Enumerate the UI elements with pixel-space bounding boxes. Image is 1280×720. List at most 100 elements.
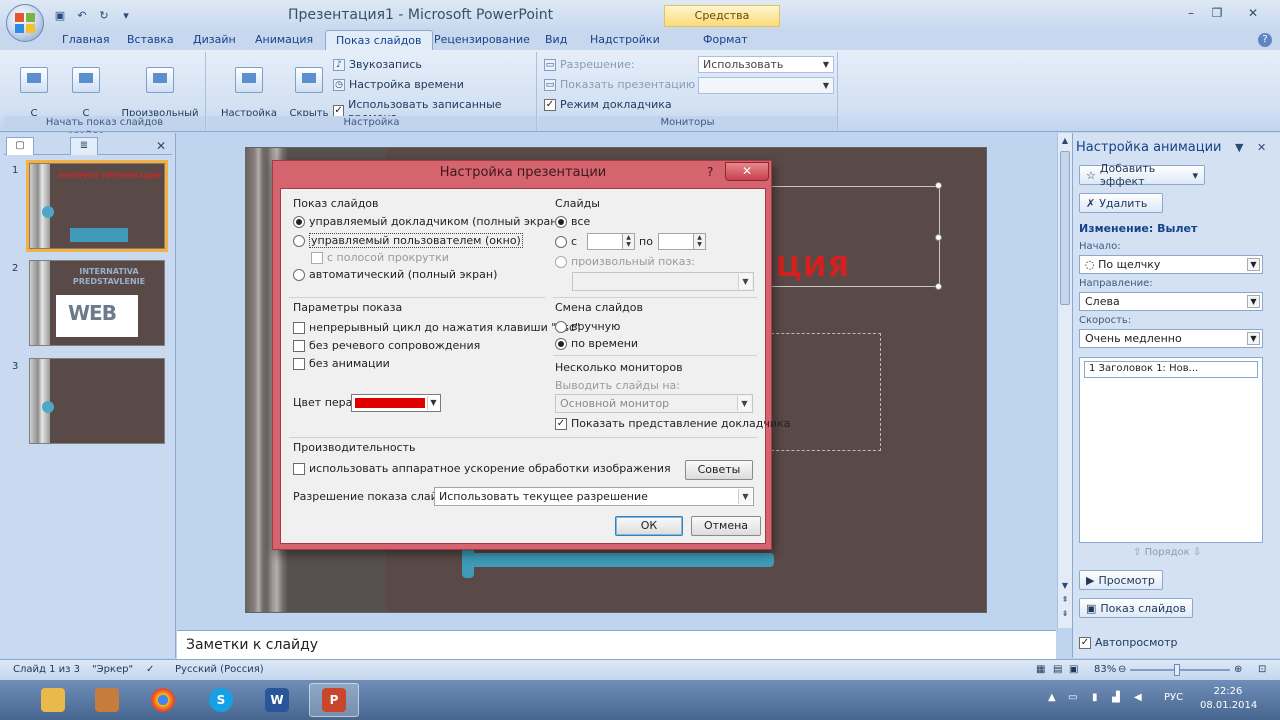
spinner-arrows-icon[interactable]: ▲ ▼ <box>693 234 705 249</box>
tray-arrow-icon[interactable]: ▲ <box>1048 692 1056 703</box>
tab-slideshow[interactable]: Показ слайдов <box>325 30 433 51</box>
radio-all-control[interactable] <box>555 215 567 228</box>
no-narration-checkbox[interactable]: без речевого сопровождения <box>293 339 480 352</box>
taskbar-app-2[interactable] <box>82 683 132 717</box>
no-animation-checkbox[interactable]: без анимации <box>293 357 390 370</box>
add-effect-button[interactable]: ☆ Добавить эффект ▾ <box>1079 162 1205 188</box>
minimize-button[interactable]: – <box>1180 6 1202 22</box>
tab-format[interactable]: Формат <box>703 33 748 46</box>
ok-button[interactable]: ОК <box>615 516 683 536</box>
direction-combo[interactable]: Слева ▼ <box>1079 292 1263 311</box>
tab-design[interactable]: Дизайн <box>193 33 236 46</box>
from-slide-spinner[interactable]: ▲ ▼ <box>587 233 635 250</box>
scrollbar-check[interactable] <box>311 251 323 264</box>
radio-manual-control[interactable] <box>555 320 567 333</box>
slide-thumbnail-1[interactable]: ИНТЕРНЕТ ПРЕЗЕНТАЦИЯ <box>26 160 168 252</box>
rehearse-timings-button[interactable]: ◷ Настройка времени <box>333 78 464 91</box>
no-animation-check[interactable] <box>293 357 305 370</box>
prev-slide-icon[interactable]: ⇞ <box>1060 595 1070 604</box>
taskbar-skype[interactable]: S <box>196 683 246 717</box>
remove-button[interactable]: ✗ Удалить <box>1079 193 1163 213</box>
pen-color-picker[interactable]: ▼ <box>351 394 441 412</box>
tab-insert[interactable]: Вставка <box>127 33 174 46</box>
autopreview-checkbox[interactable]: ✓ Автопросмотр <box>1079 636 1178 649</box>
vertical-scrollbar[interactable]: ▲ ▼ ⇞ ⇟ <box>1057 133 1072 628</box>
tab-review[interactable]: Рецензирование <box>434 33 530 46</box>
hw-accel-check[interactable] <box>293 462 305 475</box>
resize-handle[interactable] <box>935 283 942 290</box>
zoom-slider-thumb[interactable] <box>1174 664 1180 676</box>
dialog-close-button[interactable]: ✕ <box>725 162 769 181</box>
radio-speaker[interactable]: управляемый докладчиком (полный экран) <box>293 215 562 228</box>
cancel-button[interactable]: Отмена <box>691 516 761 536</box>
zoom-out-icon[interactable]: ⊖ <box>1118 664 1126 675</box>
animation-list-item[interactable]: 1 Заголовок 1: Нов... <box>1084 361 1258 378</box>
dialog-help-icon[interactable]: ? <box>707 165 713 179</box>
slideshow-button[interactable]: ▣ Показ слайдов <box>1079 598 1193 618</box>
radio-custom-show[interactable]: произвольный показ: <box>555 255 695 268</box>
radio-from-control[interactable] <box>555 235 567 248</box>
scroll-up-icon[interactable]: ▲ <box>1060 136 1070 145</box>
tab-slides-thumbnails[interactable]: ▢ <box>6 137 34 155</box>
save-icon[interactable]: ▣ <box>52 7 68 23</box>
content-placeholder[interactable] <box>766 333 881 451</box>
presenter-view-checkbox[interactable]: ✓ Режим докладчика <box>544 98 672 111</box>
arrow-down-icon[interactable]: ⇩ <box>1190 547 1201 558</box>
hw-accel-checkbox[interactable]: использовать аппаратное ускорение обрабо… <box>293 462 671 475</box>
slide-thumbnail-3[interactable] <box>29 358 165 444</box>
notes-field[interactable]: Заметки к слайду <box>177 630 1056 659</box>
redo-icon[interactable]: ↻ <box>96 7 112 23</box>
tray-signal-icon[interactable]: ▟ <box>1112 692 1120 703</box>
tab-home[interactable]: Главная <box>62 33 110 46</box>
radio-from-slide[interactable]: с <box>555 235 577 248</box>
taskbar-explorer[interactable] <box>28 683 78 717</box>
next-slide-icon[interactable]: ⇟ <box>1060 609 1070 618</box>
help-icon[interactable]: ? <box>1258 33 1272 47</box>
zoom-in-icon[interactable]: ⊕ <box>1234 664 1242 675</box>
radio-all-slides[interactable]: все <box>555 215 590 228</box>
office-button[interactable] <box>6 4 44 42</box>
close-window-button[interactable]: ✕ <box>1236 6 1270 22</box>
radio-manual[interactable]: вручную <box>555 320 620 333</box>
radio-kiosk[interactable]: автоматический (полный экран) <box>293 268 497 281</box>
radio-custom-control[interactable] <box>555 255 567 268</box>
tips-button[interactable]: Советы <box>685 460 753 480</box>
presenter-view-dialog-checkbox[interactable]: ✓ Показать представление докладчика <box>555 417 790 430</box>
tray-volume-icon[interactable]: ◀ <box>1134 692 1142 703</box>
close-panel-icon[interactable]: ✕ <box>156 139 166 153</box>
language-indicator[interactable]: Русский (Россия) <box>175 664 264 675</box>
slide-thumbnail-2[interactable]: INTERNATIVA PREDSTAVLENIE WEB <box>29 260 165 346</box>
resolution-combo[interactable]: Использовать текуще... ▼ <box>698 56 834 86</box>
play-button[interactable]: ▶ Просмотр <box>1079 570 1163 590</box>
tray-network-icon[interactable]: ▭ <box>1068 692 1077 703</box>
taskbar-chrome[interactable] <box>138 683 188 717</box>
radio-individual[interactable]: управляемый пользователем (окно) <box>293 233 523 248</box>
resize-handle[interactable] <box>935 234 942 241</box>
tab-view[interactable]: Вид <box>545 33 567 46</box>
taskbar-word[interactable]: W <box>252 683 302 717</box>
zoom-slider[interactable] <box>1130 669 1230 671</box>
restore-button[interactable]: ❐ <box>1206 6 1228 22</box>
keyboard-language[interactable]: РУС <box>1164 692 1183 703</box>
resize-handle[interactable] <box>935 182 942 189</box>
sorter-view-icon[interactable]: ▤ <box>1053 664 1062 675</box>
to-slide-spinner[interactable]: ▲ ▼ <box>658 233 706 250</box>
taskbar-powerpoint[interactable]: P <box>309 683 359 717</box>
pane-menu-icon[interactable]: ▼ <box>1235 141 1243 154</box>
clock[interactable]: 22:26 08.01.2014 <box>1200 685 1257 713</box>
speed-combo[interactable]: Очень медленно ▼ <box>1079 329 1263 348</box>
display-on-combo[interactable]: Основной монитор ▼ <box>555 394 753 413</box>
radio-speaker-control[interactable] <box>293 215 305 228</box>
fit-to-window-icon[interactable]: ⊡ <box>1258 664 1266 675</box>
normal-view-icon[interactable]: ▦ <box>1036 664 1045 675</box>
presenter-view-check[interactable]: ✓ <box>544 98 556 111</box>
autopreview-check[interactable]: ✓ <box>1079 636 1091 649</box>
scroll-down-icon[interactable]: ▼ <box>1060 581 1070 590</box>
radio-individual-control[interactable] <box>293 234 305 247</box>
radio-timings-control[interactable] <box>555 337 567 350</box>
undo-icon[interactable]: ↶ <box>74 7 90 23</box>
scrollbar-checkbox[interactable]: с полосой прокрутки <box>311 251 449 264</box>
customize-qat-icon[interactable]: ▾ <box>118 7 134 23</box>
custom-show-combo[interactable]: ▼ <box>572 272 754 291</box>
pane-close-icon[interactable]: ✕ <box>1257 141 1266 154</box>
